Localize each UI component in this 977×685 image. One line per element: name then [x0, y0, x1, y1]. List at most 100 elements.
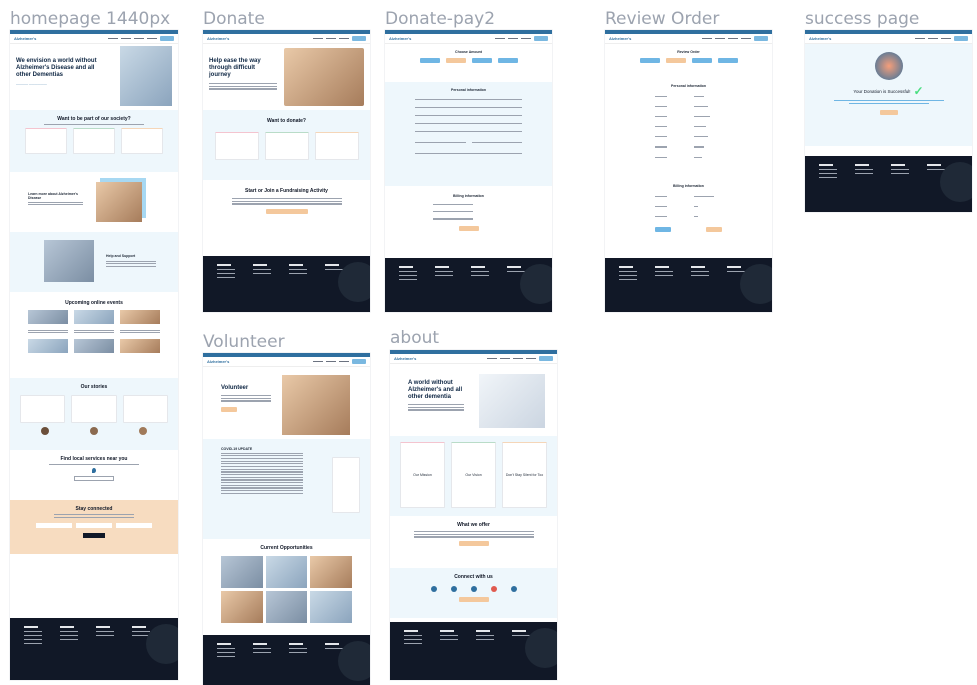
card-membership[interactable] — [25, 127, 67, 154]
event-image[interactable] — [120, 310, 160, 324]
frame-homepage[interactable]: Alzheimer's We envision a world without … — [10, 30, 178, 680]
part-title: Want to be part of our society? — [57, 116, 131, 122]
success-message: Your Donation is Successful! — [853, 88, 911, 94]
covid-title: COVID-19 UPDATE — [221, 447, 253, 451]
review-header: Review Order — [605, 44, 772, 80]
story-card[interactable] — [20, 395, 66, 423]
instagram-icon[interactable] — [450, 586, 457, 592]
amount-option[interactable] — [471, 58, 492, 63]
email-field[interactable] — [415, 111, 522, 116]
event-image[interactable] — [28, 338, 68, 353]
want-donate-section: Want to donate? — [203, 110, 370, 180]
home-button[interactable] — [879, 109, 898, 115]
frame-label-about: about — [390, 328, 440, 348]
help-title: Help and Support — [106, 254, 136, 258]
fundraise-button[interactable] — [265, 208, 308, 214]
want-donate-title: Want to donate? — [267, 118, 306, 124]
fundraise-section: Start or Join a Fundraising Activity — [203, 180, 370, 236]
story-card[interactable] — [122, 395, 168, 423]
footer — [10, 618, 178, 680]
mission-section: Our Mission Our Vision Don't Stay Silent… — [390, 436, 557, 516]
frame-success[interactable]: Alzheimer's Your Donation is Successful!… — [805, 30, 972, 212]
footer — [203, 635, 370, 685]
postcode-input[interactable] — [74, 476, 114, 482]
logo[interactable]: Alzheimer's — [14, 36, 36, 41]
pay-button[interactable] — [458, 225, 479, 231]
linkedin-icon[interactable] — [430, 586, 437, 592]
vision-card[interactable]: Our Vision — [451, 442, 496, 508]
card-volunteer[interactable] — [73, 127, 115, 154]
contact-button[interactable] — [458, 597, 489, 602]
volunteer-hero: Volunteer — [203, 367, 370, 439]
frame-review[interactable]: Alzheimer's Review Order Personal inform… — [605, 30, 772, 312]
amount-option[interactable] — [445, 58, 466, 63]
event-image[interactable] — [74, 338, 114, 353]
zip-field[interactable] — [415, 149, 522, 154]
about-title: A world without Alzheimer's and all othe… — [408, 380, 463, 400]
event-image[interactable] — [120, 338, 160, 353]
donate-nav-button[interactable] — [160, 36, 174, 41]
subscribe-button[interactable] — [83, 532, 105, 538]
opportunity-card[interactable] — [265, 591, 308, 623]
heart-hands-icon — [874, 52, 903, 80]
hero-image — [120, 46, 172, 106]
country-select[interactable] — [471, 138, 522, 143]
fundraise-title: Start or Join a Fundraising Activity — [245, 188, 328, 194]
hero-title: We envision a world without Alzheimer's … — [16, 58, 97, 78]
learn-image — [96, 182, 142, 222]
opportunity-card[interactable] — [221, 556, 263, 588]
frame-about[interactable]: Alzheimer's A world without Alzheimer's … — [390, 350, 557, 680]
stories-title: Our stories — [80, 384, 108, 390]
donate-nav-button[interactable] — [352, 36, 366, 41]
phone-field[interactable] — [415, 119, 522, 124]
twitter-icon[interactable] — [470, 586, 477, 592]
donate-option[interactable] — [314, 132, 359, 160]
tagline-card[interactable]: Don't Stay Silent for Too — [502, 442, 547, 508]
email-input[interactable] — [116, 522, 152, 528]
events-title: Upcoming online events — [65, 300, 123, 306]
donate-hero-title: Help ease the way through difficult jour… — [209, 58, 261, 78]
event-image[interactable] — [28, 310, 68, 324]
event-image[interactable] — [74, 310, 114, 324]
story-card[interactable] — [71, 395, 117, 423]
amount-option[interactable] — [419, 58, 440, 63]
personal-section: Personal information — [385, 82, 552, 186]
confirm-button[interactable] — [706, 226, 722, 232]
opportunity-card[interactable] — [310, 591, 352, 623]
frame-donate-pay[interactable]: Alzheimer's Choose Amount Personal infor… — [385, 30, 552, 312]
address-field[interactable] — [415, 127, 522, 132]
membership-section: Want to be part of our society? — [10, 110, 178, 172]
youtube-icon[interactable] — [490, 586, 497, 592]
opportunities-section: Current Opportunities — [203, 539, 370, 639]
frame-label-homepage: homepage 1440px — [10, 9, 171, 29]
frame-label-success: success page — [805, 9, 920, 29]
opportunity-card[interactable] — [221, 591, 263, 623]
avatar — [139, 427, 148, 435]
back-button[interactable] — [655, 226, 671, 232]
footer — [805, 156, 972, 212]
donate-option[interactable] — [214, 132, 259, 160]
amount-option[interactable] — [497, 58, 518, 63]
frame-donate[interactable]: Alzheimer's Help ease the way through di… — [203, 30, 370, 312]
facebook-icon[interactable] — [510, 586, 517, 592]
name-input[interactable] — [36, 522, 72, 528]
review-billing-title: Billing information — [673, 184, 704, 188]
review-personal-title: Personal information — [670, 84, 706, 88]
billing-section: Billing information — [385, 186, 552, 266]
offer-button[interactable] — [458, 540, 489, 546]
connect-section: Connect with us — [390, 568, 557, 618]
surname-input[interactable] — [76, 522, 112, 528]
opportunity-card[interactable] — [265, 556, 308, 588]
services-section: Find local services near you — [10, 450, 178, 500]
card-donate[interactable] — [121, 127, 163, 154]
city-field[interactable] — [415, 138, 466, 143]
offer-title: What we offer — [457, 522, 490, 528]
volunteer-button[interactable] — [221, 406, 237, 412]
first-name-field[interactable] — [415, 95, 522, 100]
frame-volunteer[interactable]: Alzheimer's Volunteer COVID-19 UPDATE Cu… — [203, 353, 370, 685]
last-name-field[interactable] — [415, 103, 522, 108]
mission-card[interactable]: Our Mission — [400, 442, 445, 508]
tagline-label: Don't Stay Silent for Too — [505, 473, 544, 477]
donate-option[interactable] — [264, 132, 309, 160]
opportunity-card[interactable] — [310, 556, 352, 588]
